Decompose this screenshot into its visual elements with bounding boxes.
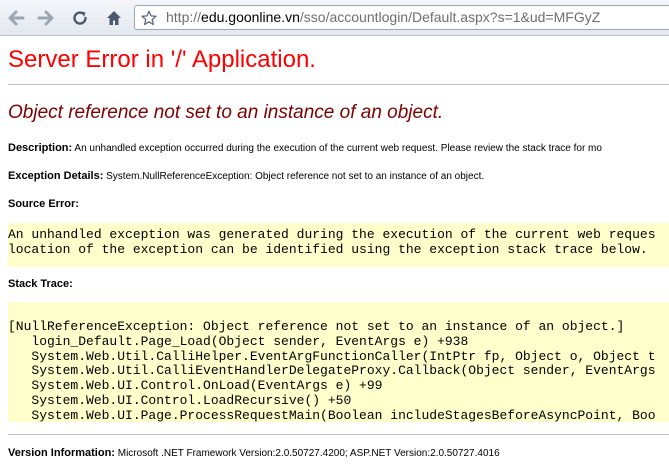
source-error-label: Source Error: xyxy=(8,198,79,210)
address-bar[interactable]: http://edu.goonline.vn/sso/accountlogin/… xyxy=(134,5,669,30)
stack-trace-line-7: System.Web.UI.Page.ProcessRequestMain(Bo… xyxy=(8,407,656,422)
reload-button[interactable] xyxy=(68,6,92,30)
url-protocol: http:// xyxy=(166,9,202,25)
error-message: Object reference not set to an instance … xyxy=(8,102,444,123)
source-error-heading: Source Error: xyxy=(8,198,79,211)
exception-label: Exception Details: xyxy=(8,170,104,182)
page-title: Server Error in '/' Application. xyxy=(8,46,316,73)
version-text: Microsoft .NET Framework Version:2.0.507… xyxy=(117,448,500,459)
page-content: Server Error in '/' Application. Object … xyxy=(0,36,669,467)
stack-trace-line-2: login_Default.Page_Load(Object sender, E… xyxy=(8,333,469,349)
stack-trace-code: [NullReferenceException: Object referenc… xyxy=(8,319,669,422)
stack-trace-line-5: System.Web.UI.Control.OnLoad(EventArgs e… xyxy=(8,378,383,394)
version-line: Version Information: Microsoft .NET Fram… xyxy=(8,447,500,460)
home-icon xyxy=(107,11,121,25)
reload-icon xyxy=(73,11,87,25)
source-error-code: An unhandled exception was generated dur… xyxy=(8,227,669,258)
url-text: http://edu.goonline.vn/sso/accountlogin/… xyxy=(166,9,600,26)
footer-divider xyxy=(8,434,669,435)
title-divider xyxy=(8,84,669,85)
exception-line: Exception Details: System.NullReferenceE… xyxy=(8,170,484,183)
source-error-line-2: location of the exception can be identif… xyxy=(8,241,648,257)
forward-arrow-icon xyxy=(37,10,54,26)
stack-trace-line-1: [NullReferenceException: Object referenc… xyxy=(8,319,625,334)
stack-trace-line-3: System.Web.Util.CalliHelper.EventArgFunc… xyxy=(8,348,656,364)
source-error-box: An unhandled exception was generated dur… xyxy=(8,223,669,267)
url-path: /sso/accountlogin/Default.aspx?s=1&ud=MF… xyxy=(299,9,601,25)
home-button[interactable] xyxy=(102,6,126,30)
forward-button[interactable] xyxy=(34,6,58,30)
browser-toolbar: http://edu.goonline.vn/sso/accountlogin/… xyxy=(0,0,669,36)
url-host: edu.goonline.vn xyxy=(201,9,300,25)
stack-trace-line-6: System.Web.UI.Control.LoadRecursive() +5… xyxy=(8,392,352,408)
source-error-line-1: An unhandled exception was generated dur… xyxy=(8,227,656,242)
stack-trace-line-4: System.Web.Util.CalliEventHandlerDelegat… xyxy=(8,363,656,379)
description-text: An unhandled exception occurred during t… xyxy=(74,143,602,154)
description-line: Description: An unhandled exception occu… xyxy=(8,142,602,155)
bookmark-star-icon[interactable] xyxy=(141,10,157,31)
stack-trace-heading: Stack Trace: xyxy=(8,278,73,291)
back-button[interactable] xyxy=(4,6,28,30)
stack-trace-box: [NullReferenceException: Object referenc… xyxy=(8,302,669,422)
description-label: Description: xyxy=(8,142,73,154)
exception-text: System.NullReferenceException: Object re… xyxy=(106,171,485,182)
version-label: Version Information: xyxy=(8,447,115,459)
back-arrow-icon xyxy=(8,10,25,26)
stack-trace-label: Stack Trace: xyxy=(8,278,73,290)
